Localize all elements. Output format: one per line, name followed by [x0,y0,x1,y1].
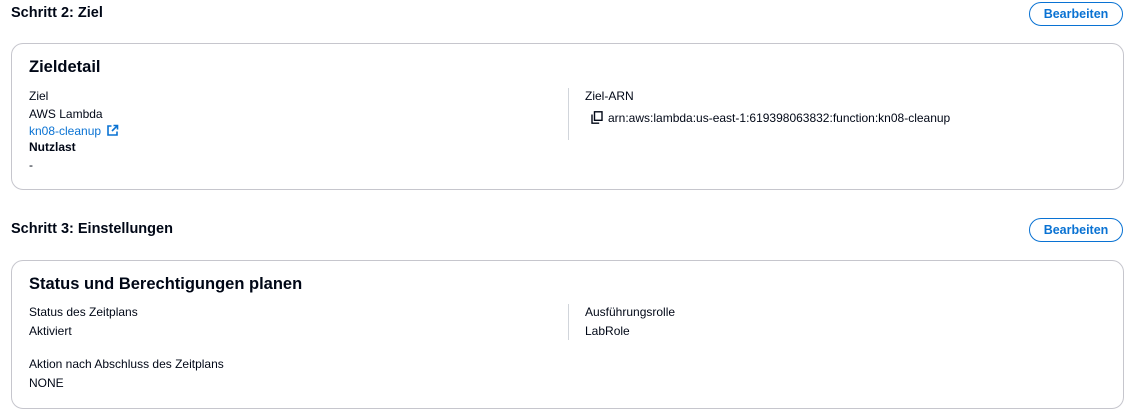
target-label: Ziel [29,89,49,103]
column-divider [568,88,569,140]
external-link-icon[interactable] [106,124,119,141]
step2-header: Schritt 2: Ziel [11,5,103,21]
step2-edit-button[interactable]: Bearbeiten [1029,2,1123,26]
card-title: Zieldetail [29,58,101,76]
target-service-value: AWS Lambda [29,107,103,121]
target-arn-value: arn:aws:lambda:us-east-1:619398063832:fu… [608,111,951,125]
payload-value: - [29,158,33,172]
execution-role-label: Ausführungsrolle [585,305,676,319]
card-title: Status und Berechtigungen planen [29,275,303,293]
schedule-status-card: Status und Berechtigungen planen Status … [11,260,1124,409]
schedule-status-value: Aktiviert [29,324,72,338]
step3-header: Schritt 3: Einstellungen [11,221,173,237]
target-arn-label: Ziel-ARN [585,89,634,103]
target-detail-card: Zieldetail Ziel AWS Lambda kn08-cleanup … [11,43,1124,190]
payload-label: Nutzlast [29,140,76,154]
schedule-status-label: Status des Zeitplans [29,305,138,319]
column-divider [568,304,569,340]
after-completion-label: Aktion nach Abschluss des Zeitplans [29,357,224,371]
execution-role-value: LabRole [585,324,630,338]
copy-icon[interactable] [591,111,603,129]
after-completion-value: NONE [29,376,64,390]
target-function-link-text[interactable]: kn08-cleanup [29,124,101,138]
step3-edit-button[interactable]: Bearbeiten [1029,218,1123,242]
